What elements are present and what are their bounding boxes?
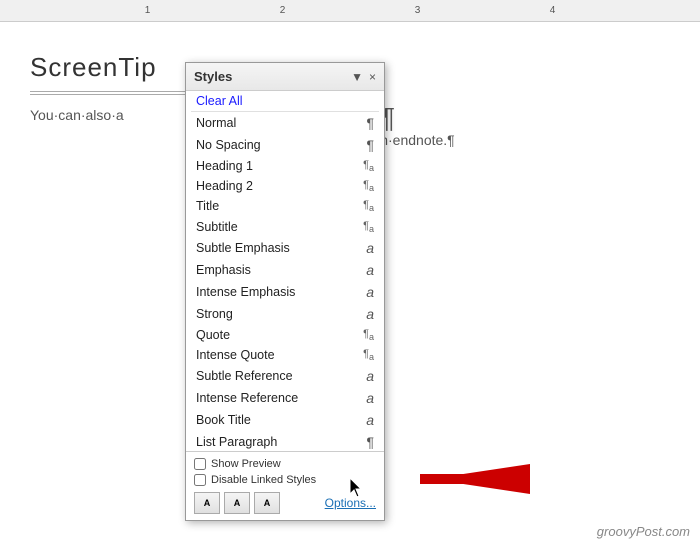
style-symbol-subtle-emphasis: a (366, 240, 374, 256)
style-item-intense-quote[interactable]: Intense Quote ¶a (186, 345, 384, 365)
style-symbol-intense-emphasis: a (366, 284, 374, 300)
styles-panel-header: Styles ▼ × (186, 63, 384, 91)
style-label-strong: Strong (196, 307, 233, 321)
ruler-numbers: 1 2 3 4 (0, 5, 700, 16)
style-symbol-book-title: a (366, 412, 374, 428)
style-label-normal: Normal (196, 116, 236, 130)
style-symbol-normal: ¶ (366, 115, 374, 131)
doc-divider-line-2 (30, 94, 190, 95)
style-label-subtle-reference: Subtle Reference (196, 369, 293, 383)
style-item-clear-all[interactable]: Clear All (186, 91, 384, 111)
style-item-quote[interactable]: Quote ¶a (186, 325, 384, 345)
disable-linked-row: Disable Linked Styles (194, 474, 376, 486)
show-preview-label: Show Preview (211, 458, 281, 470)
styles-panel: Styles ▼ × Clear All Normal ¶ No Spacing… (185, 62, 385, 521)
style-label-no-spacing: No Spacing (196, 138, 261, 152)
style-item-title[interactable]: Title ¶a (186, 196, 384, 216)
style-symbol-strong: a (366, 306, 374, 322)
disable-linked-checkbox[interactable] (194, 474, 206, 486)
style-item-no-spacing[interactable]: No Spacing ¶ (186, 134, 384, 156)
style-item-intense-reference[interactable]: Intense Reference a (186, 387, 384, 409)
doc-divider-line (30, 91, 190, 92)
style-symbol-intense-reference: a (366, 390, 374, 406)
style-symbol-emphasis: a (366, 262, 374, 278)
style-symbol-subtitle: ¶a (363, 220, 374, 234)
style-item-heading1[interactable]: Heading 1 ¶a (186, 156, 384, 176)
styles-header-icons: ▼ × (351, 70, 376, 84)
styles-collapse-icon[interactable]: ▼ (351, 70, 363, 84)
style-label-intense-reference: Intense Reference (196, 391, 298, 405)
style-item-list-paragraph[interactable]: List Paragraph ¶ (186, 431, 384, 451)
style-symbol-subtle-reference: a (366, 368, 374, 384)
style-label-list-paragraph: List Paragraph (196, 435, 277, 449)
style-symbol-heading1: ¶a (363, 159, 374, 173)
red-arrow-indicator (370, 444, 530, 519)
watermark-text: groovyPost.com (597, 524, 690, 539)
style-label-heading1: Heading 1 (196, 159, 253, 173)
manage-styles-button[interactable]: A (254, 492, 280, 514)
style-symbol-no-spacing: ¶ (366, 137, 374, 153)
styles-list: Clear All Normal ¶ No Spacing ¶ Heading … (186, 91, 384, 451)
style-symbol-intense-quote: ¶a (363, 348, 374, 362)
screentip-text: ScreenTip (30, 52, 190, 83)
style-symbol-heading2: ¶a (363, 179, 374, 193)
footer-buttons: A A A Options... (194, 492, 376, 514)
style-item-subtle-emphasis[interactable]: Subtle Emphasis a (186, 237, 384, 259)
show-preview-row: Show Preview (194, 458, 376, 470)
style-label-subtitle: Subtitle (196, 220, 238, 234)
document-page: ScreenTip You·can·also·a ¶ g·an·endnote.… (0, 22, 700, 549)
style-label-quote: Quote (196, 328, 230, 342)
style-item-subtle-reference[interactable]: Subtle Reference a (186, 365, 384, 387)
style-label-intense-quote: Intense Quote (196, 348, 275, 362)
new-style-button[interactable]: A (194, 492, 220, 514)
style-label-subtle-emphasis: Subtle Emphasis (196, 241, 290, 255)
style-symbol-title: ¶a (363, 199, 374, 213)
style-item-heading2[interactable]: Heading 2 ¶a (186, 176, 384, 196)
style-label-title: Title (196, 199, 219, 213)
style-label-heading2: Heading 2 (196, 179, 253, 193)
styles-close-icon[interactable]: × (369, 70, 376, 84)
style-label-book-title: Book Title (196, 413, 251, 427)
style-item-intense-emphasis[interactable]: Intense Emphasis a (186, 281, 384, 303)
style-inspector-button[interactable]: A (224, 492, 250, 514)
style-item-subtitle[interactable]: Subtitle ¶a (186, 217, 384, 237)
doc-body-text: You·can·also·a (30, 107, 190, 123)
style-label-emphasis: Emphasis (196, 263, 251, 277)
style-label-intense-emphasis: Intense Emphasis (196, 285, 295, 299)
style-item-strong[interactable]: Strong a (186, 303, 384, 325)
styles-panel-title: Styles (194, 69, 232, 84)
watermark: groovyPost.com (597, 524, 690, 539)
show-preview-checkbox[interactable] (194, 458, 206, 470)
style-item-normal[interactable]: Normal ¶ (186, 112, 384, 134)
document-content: ScreenTip You·can·also·a (30, 52, 190, 123)
style-item-book-title[interactable]: Book Title a (186, 409, 384, 431)
ruler: 1 2 3 4 (0, 0, 700, 22)
style-label-clear-all: Clear All (196, 94, 243, 108)
disable-linked-label: Disable Linked Styles (211, 474, 316, 486)
style-symbol-quote: ¶a (363, 328, 374, 342)
style-item-emphasis[interactable]: Emphasis a (186, 259, 384, 281)
mouse-cursor (350, 478, 366, 501)
